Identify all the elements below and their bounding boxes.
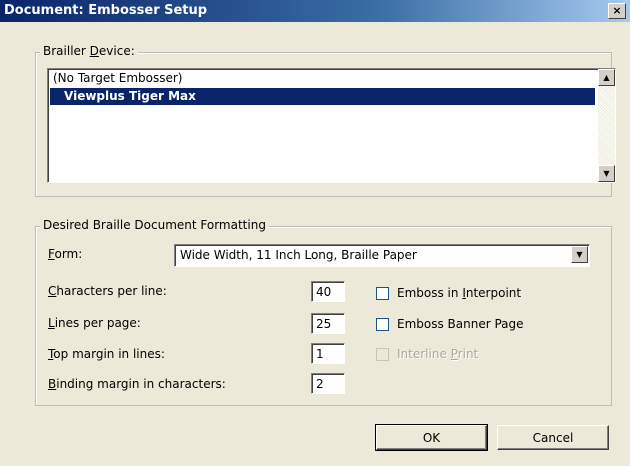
scroll-down-icon[interactable]: ▼	[598, 165, 615, 182]
list-item-no-target[interactable]: (No Target Embosser)	[50, 70, 593, 87]
chars-per-line-label: Characters per line:	[48, 284, 167, 298]
form-select-value: Wide Width, 11 Inch Long, Braille Paper	[180, 248, 417, 262]
form-label: Form:	[48, 247, 83, 261]
formatting-legend: Desired Braille Document Formatting	[40, 218, 269, 232]
title-bar: Document: Embosser Setup ×	[0, 0, 630, 22]
emboss-banner-label: Emboss Banner Page	[397, 317, 524, 331]
scroll-up-icon[interactable]: ▲	[598, 69, 615, 86]
lines-per-page-input[interactable]: 25	[311, 313, 345, 334]
form-select[interactable]: Wide Width, 11 Inch Long, Braille Paper …	[174, 244, 590, 267]
ok-button[interactable]: OK	[375, 424, 488, 451]
emboss-banner-checkbox[interactable]	[376, 318, 389, 331]
window-title: Document: Embosser Setup	[4, 3, 208, 18]
chevron-down-icon[interactable]: ▼	[571, 246, 588, 263]
interline-print-checkbox[interactable]	[376, 348, 389, 361]
vertical-scrollbar[interactable]: ▲ ▼	[598, 69, 615, 182]
brailler-device-legend: Brailler Device:	[40, 44, 138, 58]
top-margin-input[interactable]: 1	[311, 343, 345, 364]
interline-print-label: Interline Print	[397, 347, 479, 361]
binding-margin-input[interactable]: 2	[311, 373, 345, 394]
list-item-viewplus-tiger-max[interactable]: Viewplus Tiger Max	[50, 88, 595, 105]
close-button[interactable]: ×	[608, 3, 626, 19]
binding-margin-label: Binding margin in characters:	[48, 377, 226, 391]
top-margin-label: Top margin in lines:	[48, 347, 165, 361]
emboss-interpoint-checkbox[interactable]	[376, 287, 389, 300]
brailler-device-list[interactable]: (No Target Embosser) Viewplus Tiger Max …	[47, 68, 616, 183]
emboss-interpoint-label: Emboss in Interpoint	[397, 286, 522, 300]
chars-per-line-input[interactable]: 40	[311, 281, 345, 302]
cancel-button[interactable]: Cancel	[497, 425, 609, 450]
lines-per-page-label: Lines per page:	[48, 316, 141, 330]
